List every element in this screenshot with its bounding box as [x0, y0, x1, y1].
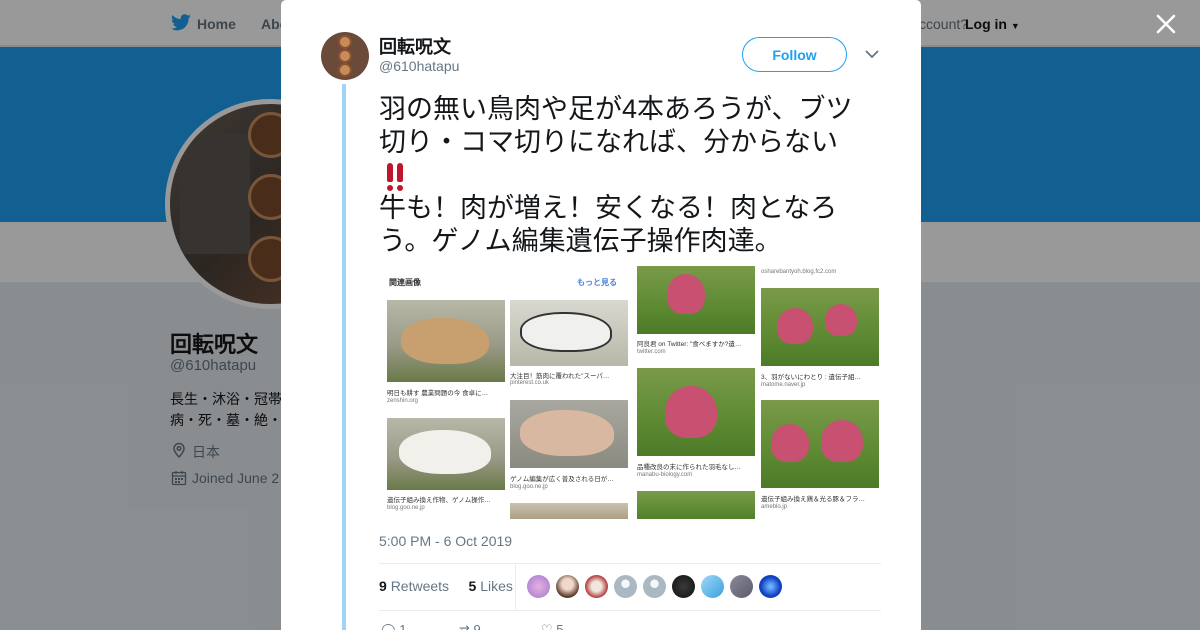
tweet-media[interactable]: 関連画像 もっと見る 明日も耕す 農業問題の今 食卓に… zenshin.org…	[379, 266, 881, 519]
thread-line	[342, 84, 346, 630]
tweet-text-line: 牛も！肉が増え！安くなる！肉となろ	[379, 193, 838, 223]
building-photo	[510, 503, 628, 519]
bull-photo	[510, 400, 628, 468]
chicken-photo	[761, 288, 879, 366]
divider	[379, 563, 881, 564]
liker-avatar[interactable]	[701, 575, 724, 598]
image-source: ameblo.jp	[761, 504, 788, 510]
bull-photo	[510, 300, 628, 366]
liker-avatar[interactable]	[672, 575, 695, 598]
bull-photo	[387, 418, 505, 490]
likes-label: Likes	[480, 578, 513, 594]
image-source: blog.goo.ne.jp	[387, 505, 425, 511]
follow-button[interactable]: Follow	[742, 37, 847, 72]
chicken-photo	[637, 368, 755, 456]
image-caption: 阿良君 on Twitter: "食べますか?遺…	[637, 341, 742, 348]
chicken-photo	[637, 491, 755, 519]
liker-avatar[interactable]	[759, 575, 782, 598]
liker-avatar[interactable]	[556, 575, 579, 598]
related-images-heading: 関連画像	[389, 278, 421, 287]
close-icon[interactable]	[1153, 11, 1179, 37]
reply-count: 1	[399, 622, 407, 630]
image-source: zenshin.org	[387, 398, 419, 404]
media-image-right[interactable]: 阿良君 on Twitter: "食べますか?遺… twitter.com os…	[633, 266, 881, 519]
retweet-count: 9	[473, 622, 481, 630]
see-more-link: もっと見る	[577, 278, 617, 287]
tweet-stats: 9 Retweets 5 Likes	[379, 578, 513, 594]
retweets-label: Retweets	[390, 578, 450, 594]
reply-icon: ◯	[381, 622, 396, 630]
bull-photo	[387, 300, 505, 382]
tweet-timestamp[interactable]: 5:00 PM - 6 Oct 2019	[379, 533, 512, 549]
image-caption: 遺伝子組み換え鶏＆光る豚＆フラ…	[761, 496, 865, 503]
author-avatar[interactable]	[321, 32, 369, 80]
liker-avatar[interactable]	[614, 575, 637, 598]
tweet-text-line: 切り・コマ切りになれば、分からない	[379, 127, 838, 157]
chicken-photo	[761, 400, 879, 488]
image-source: matome.naver.jp	[761, 382, 806, 388]
retweets-count: 9	[379, 578, 387, 594]
likes-count: 5	[468, 578, 477, 594]
tweet-text-line: 羽の無い鳥肉や足が4本あろうが、ブツ	[379, 94, 853, 124]
stats-divider	[515, 564, 516, 610]
image-source: pinterest.co.uk	[510, 380, 550, 386]
image-source: osharebantyoh.blog.fc2.com	[761, 269, 837, 275]
likes-stat[interactable]: 5 Likes	[469, 578, 513, 594]
chicken-photo	[637, 266, 755, 334]
tweet-text-line: う。ゲノム編集遺伝子操作肉達。	[379, 226, 782, 256]
image-caption: 大注目！筋肉に覆われた"スーパ…	[510, 373, 610, 380]
reply-action[interactable]: ◯ 1	[381, 622, 406, 630]
image-caption: 明日も耕す 農業問題の今 食卓に…	[387, 390, 489, 397]
liker-avatar[interactable]	[730, 575, 753, 598]
retweet-icon: ⇄	[459, 622, 470, 630]
like-action[interactable]: ♡ 5	[541, 622, 564, 630]
tweet-text: 羽の無い鳥肉や足が4本あろうが、ブツ 切り・コマ切りになれば、分からない 牛も！…	[379, 93, 879, 258]
heart-icon: ♡	[541, 622, 553, 630]
media-image-left[interactable]: 関連画像 もっと見る 明日も耕す 農業問題の今 食卓に… zenshin.org…	[379, 266, 631, 519]
chevron-down-icon[interactable]	[864, 47, 880, 61]
author-handle[interactable]: @610hatapu	[379, 58, 459, 74]
image-source: twitter.com	[637, 349, 666, 355]
image-caption: ゲノム編集が広く普及される日が…	[510, 476, 614, 483]
image-caption: 3、羽がないにわとり : 遺伝子組…	[761, 374, 862, 381]
image-caption: 遺伝子組み換え作物、ゲノム操作…	[387, 497, 491, 504]
retweets-stat[interactable]: 9 Retweets	[379, 578, 449, 594]
image-source: blog.goo.ne.jp	[510, 484, 548, 490]
liker-avatar[interactable]	[643, 575, 666, 598]
liker-avatar[interactable]	[585, 575, 608, 598]
tweet-modal: 回転呪文 @610hatapu Follow 羽の無い鳥肉や足が4本あろうが、ブ…	[281, 0, 921, 630]
image-source: manabu-biology.com	[637, 472, 693, 478]
double-exclamation-icon	[379, 159, 405, 192]
liker-avatar[interactable]	[527, 575, 550, 598]
divider	[379, 610, 881, 611]
like-count: 5	[556, 622, 564, 630]
author-name[interactable]: 回転呪文	[379, 33, 451, 59]
retweet-action[interactable]: ⇄ 9	[459, 622, 481, 630]
image-caption: 品種改良の末に作られた羽毛なし…	[637, 464, 741, 471]
